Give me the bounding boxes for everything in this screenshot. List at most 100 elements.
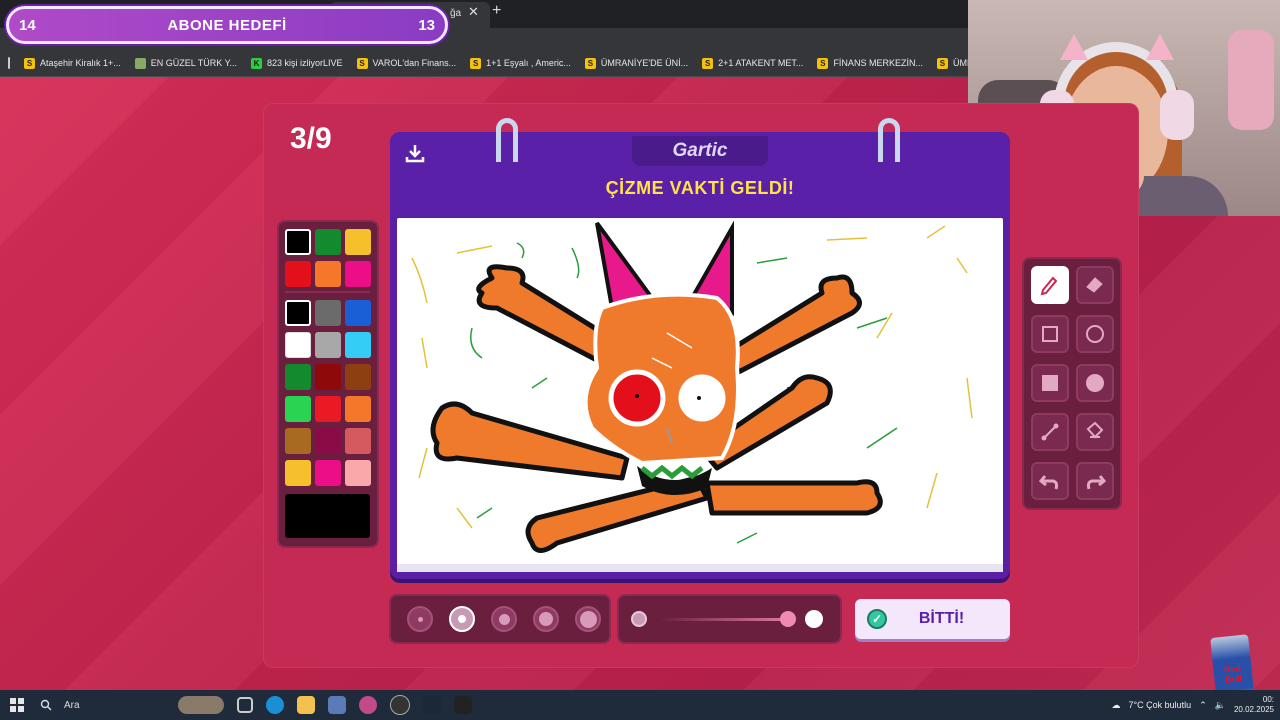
color-swatch[interactable] bbox=[315, 428, 341, 454]
check-icon: ✓ bbox=[867, 609, 887, 629]
windows-start-icon[interactable] bbox=[10, 698, 24, 712]
tool-button-circle-outline[interactable] bbox=[1076, 315, 1114, 353]
tool-button-eraser[interactable] bbox=[1076, 266, 1114, 304]
round-counter: 3/9 bbox=[290, 122, 332, 155]
color-swatch[interactable] bbox=[315, 332, 341, 358]
tool-button-fill-bucket[interactable] bbox=[1076, 413, 1114, 451]
bookmark-item[interactable]: K 823 kişi izliyorLIVE bbox=[245, 50, 351, 76]
color-swatch[interactable] bbox=[315, 364, 341, 390]
color-swatch[interactable] bbox=[345, 229, 371, 255]
opacity-slider-handle[interactable] bbox=[779, 611, 796, 627]
bookmark-item[interactable]: S 2+1 ATAKENT MET... bbox=[696, 50, 811, 76]
opacity-slider-track[interactable] bbox=[659, 618, 789, 621]
color-swatch[interactable] bbox=[315, 261, 341, 287]
brush-size-option[interactable] bbox=[491, 606, 517, 632]
bookmark-item[interactable]: S FİNANS MERKEZİN... bbox=[811, 50, 931, 76]
line-icon bbox=[1041, 423, 1059, 441]
tool-button-line[interactable] bbox=[1031, 413, 1069, 451]
brush-size-option[interactable] bbox=[449, 606, 475, 632]
gartic-logo: Gartic bbox=[632, 136, 768, 166]
weather-icon: ☁ bbox=[1111, 699, 1121, 710]
search-icon bbox=[40, 699, 52, 711]
color-swatch[interactable] bbox=[345, 460, 371, 486]
color-swatch[interactable] bbox=[285, 332, 311, 358]
redo-icon bbox=[1086, 475, 1107, 490]
brush-size-option[interactable] bbox=[533, 606, 559, 632]
obs-icon[interactable] bbox=[390, 695, 410, 715]
color-swatch[interactable] bbox=[345, 332, 371, 358]
bookmark-label: ÜMRANİYE'DE ÜNİ... bbox=[600, 58, 689, 68]
new-tab-button[interactable]: + bbox=[492, 2, 501, 20]
bookmark-item[interactable]: S ÜMRANİYE'DE ÜNİ... bbox=[579, 50, 696, 76]
color-swatch[interactable] bbox=[285, 396, 311, 422]
color-swatch[interactable] bbox=[345, 300, 371, 326]
taskbar-search[interactable]: Ara bbox=[40, 699, 170, 711]
drawing-canvas[interactable] bbox=[397, 218, 1003, 566]
epic-games-icon[interactable] bbox=[454, 696, 472, 714]
color-swatch[interactable] bbox=[345, 396, 371, 422]
task-view-icon[interactable] bbox=[237, 697, 253, 713]
taskbar-widget-icon[interactable] bbox=[178, 696, 224, 714]
download-icon[interactable] bbox=[404, 142, 426, 164]
clock[interactable]: 00: 20.02.2025 bbox=[1234, 695, 1274, 715]
edge-browser-icon[interactable] bbox=[266, 696, 284, 714]
tool-button-pencil[interactable] bbox=[1031, 266, 1069, 304]
goal-left-value: 14 bbox=[19, 16, 36, 34]
tool-button-square-filled[interactable] bbox=[1031, 364, 1069, 402]
brush-size-option[interactable] bbox=[407, 606, 433, 632]
bookmark-label: VAROL'dan Finans... bbox=[372, 58, 457, 68]
tool-button-undo[interactable] bbox=[1031, 462, 1069, 500]
goal-right-value: 13 bbox=[418, 16, 435, 34]
bookmark-item[interactable]: S Ataşehir Kiralık 1+... bbox=[18, 50, 129, 76]
bookmark-label: Ataşehir Kiralık 1+... bbox=[40, 58, 121, 68]
circle-outline-icon bbox=[1086, 325, 1104, 343]
weather-text[interactable]: 7°C Çok bulutlu bbox=[1129, 700, 1192, 710]
tray-chevron-icon[interactable]: ⌃ bbox=[1199, 700, 1207, 711]
color-swatch[interactable] bbox=[285, 428, 311, 454]
volume-icon[interactable]: 🔈 bbox=[1215, 700, 1226, 711]
file-explorer-icon[interactable] bbox=[297, 696, 315, 714]
subscriber-goal-bar: 14 ABONE HEDEFİ 13 bbox=[6, 6, 448, 44]
binder-ring-right bbox=[878, 118, 900, 162]
color-swatch[interactable] bbox=[285, 460, 311, 486]
color-swatch[interactable] bbox=[285, 261, 311, 287]
bookmark-item[interactable]: EN GÜZEL TÜRK Y... bbox=[129, 50, 245, 76]
bookmark-favicon-icon: S bbox=[817, 57, 829, 69]
color-swatch[interactable] bbox=[285, 229, 311, 255]
windows-taskbar: Ara ☁ 7°C Çok bulutlu ⌃ 🔈 00: 20.02.2025 bbox=[0, 690, 1280, 720]
discord-icon[interactable] bbox=[359, 696, 377, 714]
brush-size-option[interactable] bbox=[575, 606, 601, 632]
done-button[interactable]: ✓ BİTTİ! bbox=[855, 599, 1010, 639]
prompt-text: ÇİZME VAKTİ GELDİ! bbox=[605, 178, 795, 198]
color-swatch[interactable] bbox=[285, 300, 311, 326]
steam-icon[interactable] bbox=[423, 696, 441, 714]
bookmark-favicon-icon: S bbox=[702, 57, 714, 69]
app-icon[interactable] bbox=[328, 696, 346, 714]
color-swatch[interactable] bbox=[315, 300, 341, 326]
goal-title: ABONE HEDEFİ bbox=[167, 16, 287, 34]
system-tray: ☁ 7°C Çok bulutlu ⌃ 🔈 00: 20.02.2025 bbox=[1112, 690, 1274, 720]
color-swatch[interactable] bbox=[315, 229, 341, 255]
card-page-edge bbox=[397, 564, 1003, 572]
bookmark-label: 1+1 Eşyalı , Americ... bbox=[486, 58, 571, 68]
tab-close-icon[interactable]: ✕ bbox=[468, 4, 479, 20]
color-swatch[interactable] bbox=[345, 428, 371, 454]
clock-time: 00: bbox=[1262, 695, 1274, 704]
search-placeholder: Ara bbox=[64, 699, 80, 711]
color-swatch[interactable] bbox=[315, 460, 341, 486]
tool-button-square-outline[interactable] bbox=[1031, 315, 1069, 353]
bookmark-item[interactable]: S VAROL'dan Finans... bbox=[351, 50, 465, 76]
color-swatch[interactable] bbox=[345, 261, 371, 287]
drawing-card: Gartic ÇİZME VAKTİ GELDİ! bbox=[390, 118, 1010, 579]
tab-search-icon[interactable] bbox=[8, 57, 10, 69]
eraser-icon bbox=[1086, 277, 1103, 293]
square-filled-icon bbox=[1042, 375, 1058, 391]
color-swatch[interactable] bbox=[285, 364, 311, 390]
tool-button-circle-filled[interactable] bbox=[1076, 364, 1114, 402]
bookmark-favicon-icon bbox=[134, 57, 146, 69]
color-swatch[interactable] bbox=[315, 396, 341, 422]
bookmarks-bar: S Ataşehir Kiralık 1+... EN GÜZEL TÜRK Y..… bbox=[0, 50, 1061, 77]
bookmark-item[interactable]: S 1+1 Eşyalı , Americ... bbox=[464, 50, 579, 76]
tool-button-redo[interactable] bbox=[1076, 462, 1114, 500]
color-swatch[interactable] bbox=[345, 364, 371, 390]
